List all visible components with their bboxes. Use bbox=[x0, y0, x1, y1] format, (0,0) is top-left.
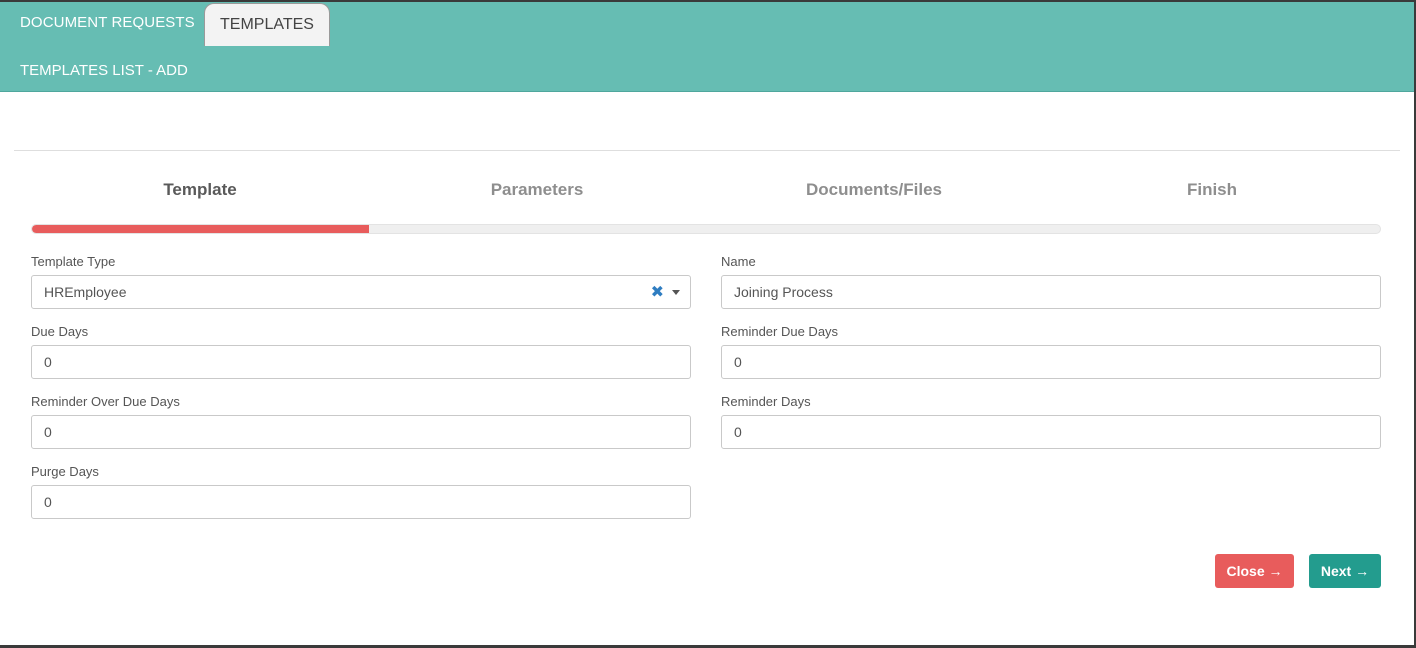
wizard-progress-bar bbox=[31, 224, 1381, 234]
tab-document-requests[interactable]: DOCUMENT REQUESTS bbox=[20, 14, 195, 31]
wizard-step-template[interactable]: Template bbox=[31, 180, 369, 200]
name-input[interactable] bbox=[721, 275, 1381, 309]
template-type-value: HREmployee bbox=[44, 284, 127, 300]
reminder-over-due-days-input[interactable] bbox=[31, 415, 691, 449]
clear-icon[interactable]: ✖ bbox=[651, 282, 664, 302]
name-label: Name bbox=[721, 254, 756, 269]
reminder-due-days-input[interactable] bbox=[721, 345, 1381, 379]
purge-days-input[interactable] bbox=[31, 485, 691, 519]
divider bbox=[14, 150, 1400, 151]
top-header: DOCUMENT REQUESTS TEMPLATES TEMPLATES LI… bbox=[0, 2, 1414, 92]
template-add-window: DOCUMENT REQUESTS TEMPLATES TEMPLATES LI… bbox=[0, 2, 1414, 645]
purge-days-label: Purge Days bbox=[31, 464, 99, 479]
reminder-due-days-label: Reminder Due Days bbox=[721, 324, 839, 339]
reminder-days-label: Reminder Days bbox=[721, 394, 811, 409]
wizard-progress-fill bbox=[32, 225, 369, 233]
wizard-step-documents-files[interactable]: Documents/Files bbox=[705, 180, 1043, 200]
wizard-step-parameters[interactable]: Parameters bbox=[368, 180, 706, 200]
page-title: TEMPLATES LIST - ADD bbox=[20, 62, 188, 79]
due-days-label: Due Days bbox=[31, 324, 89, 339]
template-type-label: Template Type bbox=[31, 254, 116, 269]
reminder-days-input[interactable] bbox=[721, 415, 1381, 449]
due-days-input[interactable] bbox=[31, 345, 691, 379]
caret-down-icon[interactable] bbox=[672, 290, 680, 295]
wizard-step-finish[interactable]: Finish bbox=[1043, 180, 1381, 200]
reminder-over-due-days-label: Reminder Over Due Days bbox=[31, 394, 180, 409]
next-button[interactable]: Next → bbox=[1309, 554, 1381, 588]
template-type-select[interactable]: HREmployee ✖ bbox=[31, 275, 691, 309]
close-button[interactable]: Close → bbox=[1215, 554, 1294, 588]
tab-templates[interactable]: TEMPLATES bbox=[204, 3, 330, 46]
